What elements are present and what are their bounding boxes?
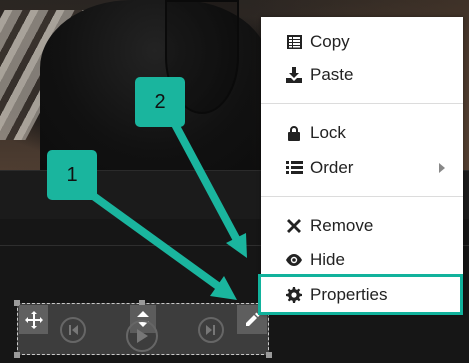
remove-icon [285,217,303,235]
arrow-2 [166,113,247,258]
chevron-right-icon [439,163,445,173]
menu-item-hide[interactable]: Hide [261,247,463,273]
menu-item-remove[interactable]: Remove [261,213,463,239]
menu-item-label: Paste [310,65,354,84]
menu-divider [261,196,463,197]
lock-icon [285,124,303,142]
menu-item-paste[interactable]: Paste [261,62,463,88]
callout-badge-1: 1 [47,150,97,200]
menu-item-label: Remove [310,216,374,235]
callout-badge-2: 2 [135,77,185,127]
arrow-1 [89,191,237,300]
copy-icon [285,33,303,51]
properties-highlight-box [258,274,463,315]
order-icon [285,159,303,177]
menu-item-copy[interactable]: Copy [261,29,463,55]
eye-icon [285,251,303,269]
menu-divider [261,103,463,104]
menu-item-order[interactable]: Order [261,155,463,181]
menu-item-label: Hide [310,250,345,269]
menu-item-label: Order [310,158,354,177]
paste-icon [285,66,303,84]
menu-item-label: Copy [310,32,350,51]
context-menu: Copy Paste Lock Order Remove Hide Proper… [261,17,463,315]
menu-item-lock[interactable]: Lock [261,120,463,146]
menu-item-label: Lock [310,123,346,142]
